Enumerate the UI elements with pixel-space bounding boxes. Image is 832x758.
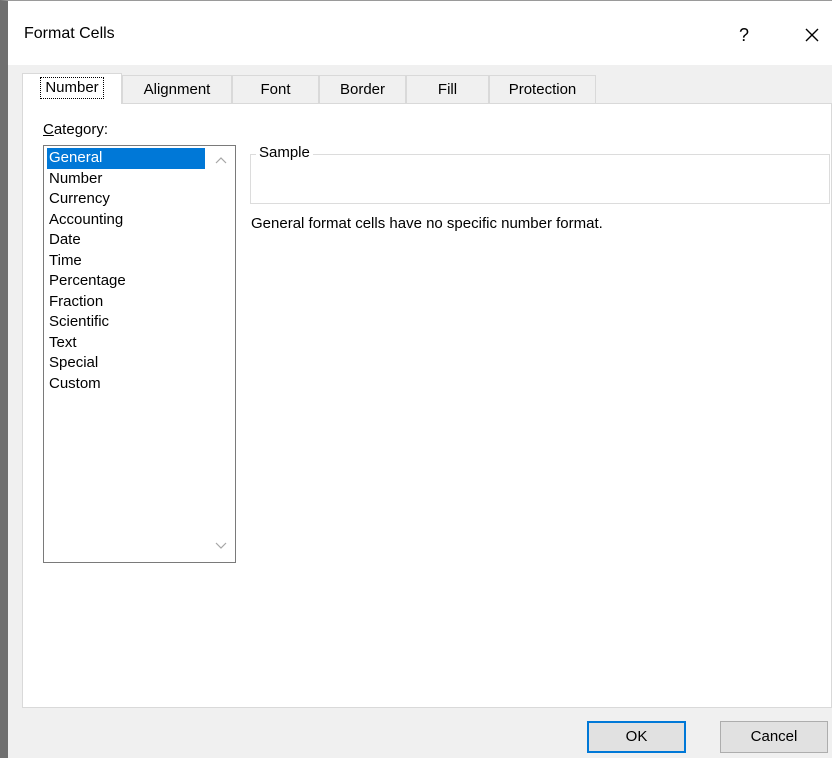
list-item-currency[interactable]: Currency	[47, 189, 205, 210]
tab-protection[interactable]: Protection	[489, 75, 596, 103]
number-tab-panel: Category: General Number Currency Accoun…	[22, 103, 832, 708]
close-button[interactable]	[792, 15, 832, 55]
help-button[interactable]: ?	[724, 15, 764, 55]
scroll-up-icon[interactable]	[214, 154, 228, 166]
sample-preview-box	[250, 154, 830, 204]
format-description: General format cells have no specific nu…	[251, 215, 603, 232]
tab-fill[interactable]: Fill	[406, 75, 489, 103]
list-item-fraction[interactable]: Fraction	[47, 292, 205, 313]
cancel-button[interactable]: Cancel	[720, 721, 828, 753]
list-item-text[interactable]: Text	[47, 333, 205, 354]
scroll-down-icon[interactable]	[214, 540, 228, 552]
list-item-percentage[interactable]: Percentage	[47, 271, 205, 292]
tab-label: Number	[40, 77, 104, 99]
list-item-date[interactable]: Date	[47, 230, 205, 251]
close-icon	[805, 28, 819, 42]
category-label: Category:	[43, 121, 108, 138]
list-item-general[interactable]: General	[47, 148, 205, 169]
tab-font[interactable]: Font	[232, 75, 319, 103]
window-title: Format Cells	[24, 25, 115, 42]
list-item-custom[interactable]: Custom	[47, 374, 205, 395]
tab-number[interactable]: Number	[22, 73, 122, 104]
title-bar: Format Cells ?	[8, 1, 832, 65]
category-listbox[interactable]: General Number Currency Accounting Date …	[43, 145, 236, 563]
category-label-text: ategory:	[53, 121, 109, 138]
list-item-special[interactable]: Special	[47, 353, 205, 374]
list-item-accounting[interactable]: Accounting	[47, 210, 205, 231]
list-item-scientific[interactable]: Scientific	[47, 312, 205, 333]
category-label-accelerator: C	[43, 121, 54, 138]
tab-alignment[interactable]: Alignment	[122, 75, 232, 103]
sample-legend: Sample	[256, 144, 313, 161]
format-cells-dialog: Format Cells ? Number Alignment Font Bor…	[0, 0, 832, 758]
tab-border[interactable]: Border	[319, 75, 406, 103]
list-item-number[interactable]: Number	[47, 169, 205, 190]
list-item-time[interactable]: Time	[47, 251, 205, 272]
ok-button[interactable]: OK	[587, 721, 686, 753]
